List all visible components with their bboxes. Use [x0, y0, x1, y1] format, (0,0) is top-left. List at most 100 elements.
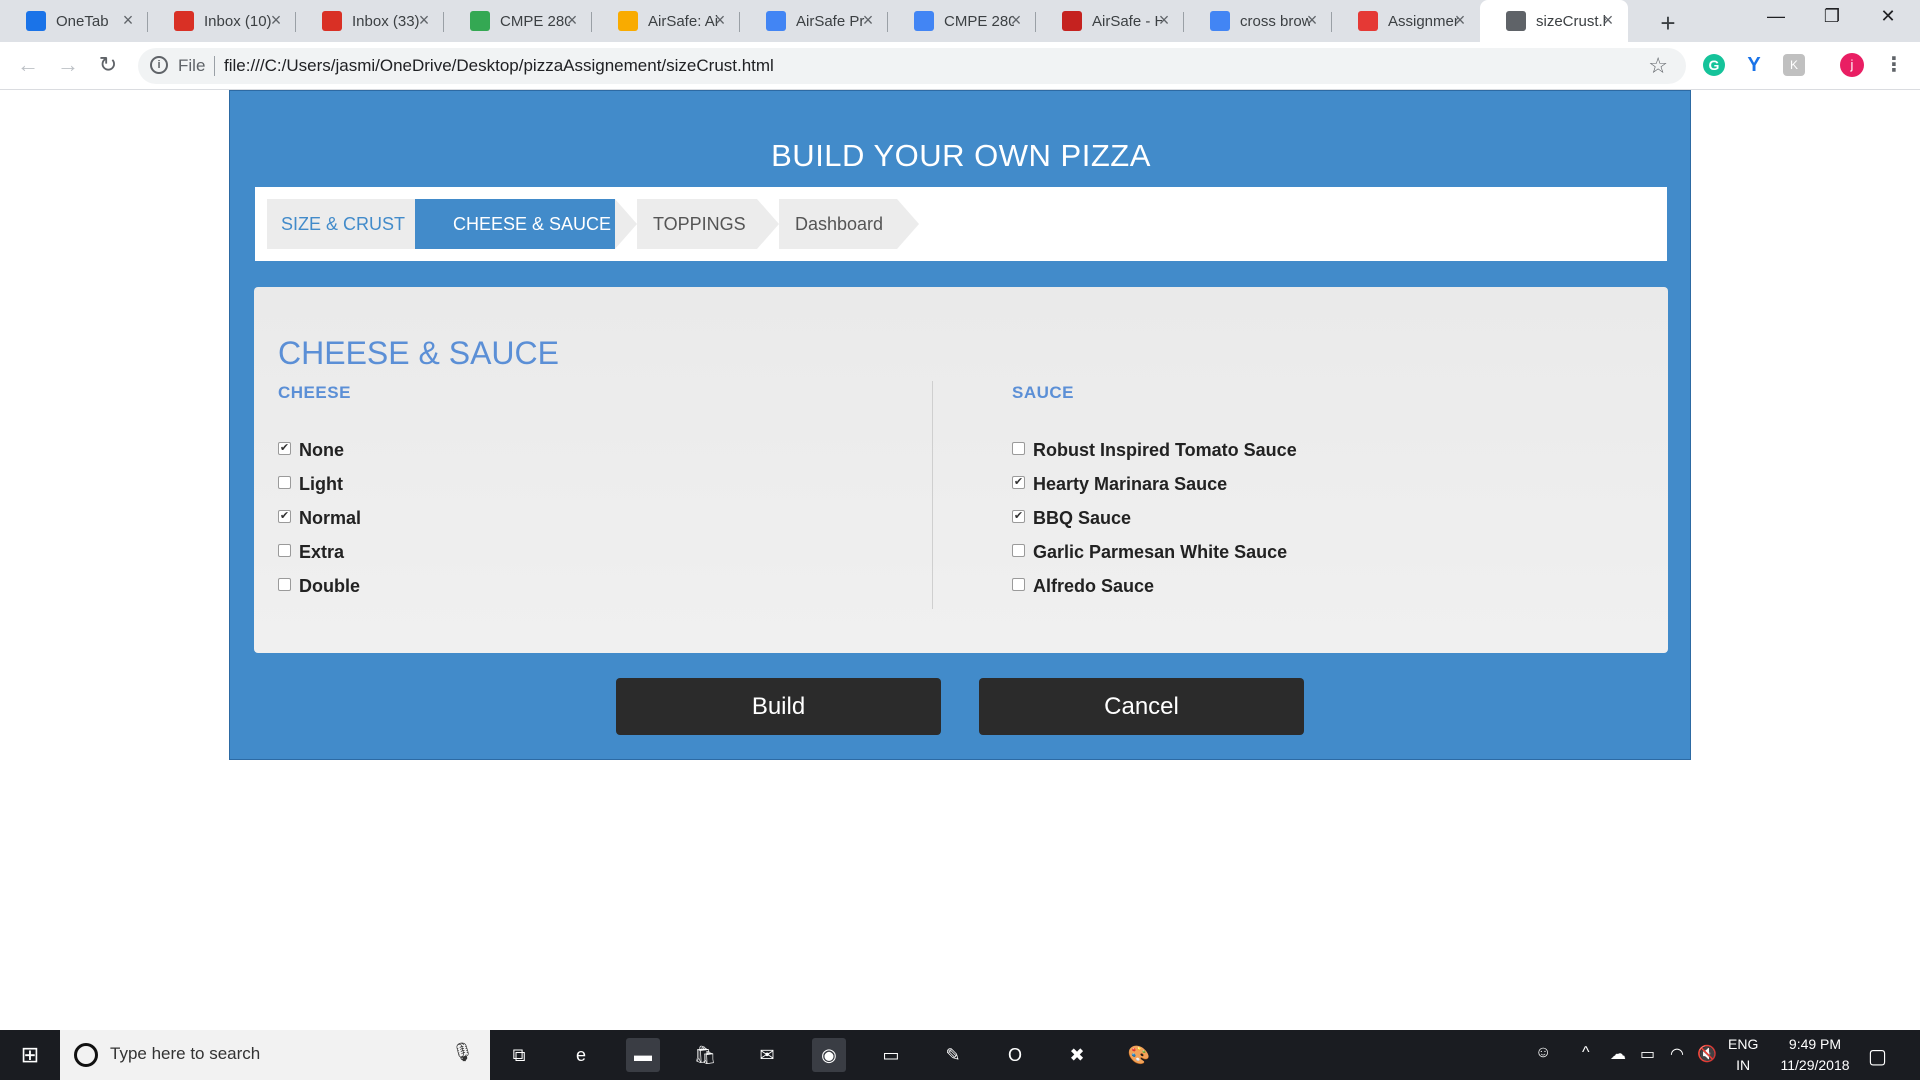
tab-close-icon[interactable]: ×: [414, 10, 434, 31]
file-explorer-icon[interactable]: ▬: [626, 1038, 660, 1072]
tab-close-icon[interactable]: ×: [710, 10, 730, 31]
cheese-option[interactable]: Double: [278, 569, 360, 603]
cheese-option-label: Light: [299, 473, 343, 494]
restore-button[interactable]: ❐: [1810, 6, 1854, 27]
cheese-checkbox[interactable]: [278, 543, 291, 557]
browser-tab[interactable]: CMPE 280 ×: [888, 0, 1036, 42]
notifications-icon[interactable]: ▢: [1868, 1044, 1887, 1069]
cheese-option[interactable]: Light: [278, 467, 343, 501]
taskbar-search[interactable]: Type here to search 🎙: [60, 1030, 490, 1080]
cheese-checkbox[interactable]: [278, 577, 291, 591]
browser-tab[interactable]: AirSafe - H ×: [1036, 0, 1184, 42]
tab-close-icon[interactable]: ×: [1154, 10, 1174, 31]
sauce-option[interactable]: Garlic Parmesan White Sauce: [1012, 535, 1287, 569]
edge-icon[interactable]: e: [564, 1038, 598, 1072]
browser-tab[interactable]: Inbox (33) ×: [296, 0, 444, 42]
airplane-icon: [1062, 11, 1082, 31]
cheese-option[interactable]: ✔ Normal: [278, 501, 361, 535]
url-text[interactable]: file:///C:/Users/jasmi/OneDrive/Desktop/…: [224, 56, 774, 76]
panel-title: CHEESE & SAUCE: [278, 335, 559, 371]
tab-close-icon[interactable]: ×: [1006, 10, 1026, 31]
xampp-icon[interactable]: ✖: [1060, 1038, 1094, 1072]
sauce-checkbox[interactable]: ✔: [1012, 475, 1025, 489]
browser-tab[interactable]: sizeCrust.h ×: [1480, 0, 1628, 42]
battery-icon[interactable]: ▭: [1640, 1044, 1655, 1064]
gmail-icon: [174, 11, 194, 31]
browser-menu-icon[interactable]: ⋮: [1884, 52, 1904, 77]
address-divider: [214, 56, 215, 76]
minimize-button[interactable]: —: [1754, 6, 1798, 27]
browser-tab[interactable]: Inbox (10) ×: [148, 0, 296, 42]
tab-close-icon[interactable]: ×: [858, 10, 878, 31]
cheese-option-label: None: [299, 439, 344, 460]
tab-close-icon[interactable]: ×: [1450, 10, 1470, 31]
extension-icon[interactable]: K: [1783, 54, 1805, 76]
task-view-icon[interactable]: ⧉: [502, 1038, 536, 1072]
system-clock[interactable]: 9:49 PM 11/29/2018: [1765, 1034, 1865, 1076]
onedrive-icon[interactable]: ☁: [1610, 1044, 1626, 1064]
windows-taskbar: ⊞ Type here to search 🎙 ⧉ e ▬ 🛍 ✉ ◉ ▭ ✎ O ✖ 🎨 ☺ ^ …: [0, 1030, 1920, 1080]
browser-toolbar: ← → ↻ i File file:///C:/Users/jasmi/OneD…: [0, 42, 1920, 90]
cheese-option[interactable]: Extra: [278, 535, 344, 569]
browser-tab[interactable]: AirSafe: Ai ×: [592, 0, 740, 42]
people-icon[interactable]: ☺: [1535, 1044, 1551, 1062]
tab-title: AirSafe: Ai: [648, 12, 718, 30]
paint-icon[interactable]: 🎨: [1122, 1038, 1156, 1072]
tab-close-icon[interactable]: ×: [266, 10, 286, 31]
tab-title: sizeCrust.h: [1536, 12, 1606, 30]
browser-tab[interactable]: OneTab ×: [0, 0, 148, 42]
start-button[interactable]: ⊞: [0, 1030, 60, 1080]
sauce-option[interactable]: Robust Inspired Tomato Sauce: [1012, 433, 1297, 467]
page-viewport: BUILD YOUR OWN PIZZA SIZE & CRUST CHEESE…: [0, 90, 1920, 1030]
sauce-option[interactable]: Alfredo Sauce: [1012, 569, 1154, 603]
reload-button[interactable]: ↻: [94, 52, 122, 78]
site-info-icon[interactable]: i: [150, 56, 168, 74]
sauce-checkbox[interactable]: [1012, 543, 1025, 557]
cheese-checkbox[interactable]: [278, 475, 291, 489]
cortana-icon[interactable]: [74, 1043, 98, 1067]
tab-close-icon[interactable]: ×: [1598, 10, 1618, 31]
outlook-icon[interactable]: O: [998, 1038, 1032, 1072]
sauce-checkbox[interactable]: [1012, 441, 1025, 455]
cancel-button[interactable]: Cancel: [979, 678, 1304, 735]
cheese-checkbox[interactable]: ✔: [278, 509, 291, 523]
notepadpp-icon[interactable]: ✎: [936, 1038, 970, 1072]
bookmark-star-icon[interactable]: ☆: [1648, 53, 1668, 79]
grammarly-extension-icon[interactable]: G: [1703, 54, 1725, 76]
chrome-icon[interactable]: ◉: [812, 1038, 846, 1072]
sauce-checkbox[interactable]: ✔: [1012, 509, 1025, 523]
sauce-option[interactable]: ✔ Hearty Marinara Sauce: [1012, 467, 1227, 501]
browser-tab[interactable]: Assignmen ×: [1332, 0, 1480, 42]
back-button[interactable]: ←: [14, 52, 42, 78]
sauce-checkbox[interactable]: [1012, 577, 1025, 591]
store-icon[interactable]: 🛍: [688, 1038, 722, 1072]
tray-chevron-icon[interactable]: ^: [1582, 1044, 1590, 1062]
gmail-icon: [322, 11, 342, 31]
profile-avatar[interactable]: j: [1840, 53, 1864, 77]
browser-tab[interactable]: CMPE 280 ×: [444, 0, 592, 42]
build-button[interactable]: Build: [616, 678, 941, 735]
cheese-option-label: Double: [299, 575, 360, 596]
window-close-button[interactable]: ✕: [1866, 6, 1910, 27]
yoast-extension-icon[interactable]: Y: [1743, 54, 1765, 76]
google-icon: [1210, 11, 1230, 31]
cheese-checkbox[interactable]: ✔: [278, 441, 291, 455]
terminal-icon[interactable]: ▭: [874, 1038, 908, 1072]
cheese-option[interactable]: ✔ None: [278, 433, 344, 467]
tab-close-icon[interactable]: ×: [1302, 10, 1322, 31]
volume-icon[interactable]: 🔇: [1697, 1044, 1717, 1064]
mail-icon[interactable]: ✉: [750, 1038, 784, 1072]
sauce-option[interactable]: ✔ BBQ Sauce: [1012, 501, 1131, 535]
wifi-icon[interactable]: ◠: [1670, 1044, 1684, 1064]
tab-close-icon[interactable]: ×: [562, 10, 582, 31]
microphone-icon[interactable]: 🎙: [451, 1042, 474, 1063]
new-tab-button[interactable]: +: [1655, 8, 1681, 39]
language-indicator[interactable]: ENG IN: [1728, 1034, 1758, 1076]
address-bar[interactable]: i File file:///C:/Users/jasmi/OneDrive/D…: [138, 48, 1686, 84]
step-label: SIZE & CRUST: [267, 199, 415, 249]
browser-tab[interactable]: AirSafe Pr ×: [740, 0, 888, 42]
tab-title: AirSafe - H: [1092, 12, 1162, 30]
forward-button[interactable]: →: [54, 52, 82, 78]
tab-close-icon[interactable]: ×: [118, 10, 138, 31]
browser-tab[interactable]: cross brow ×: [1184, 0, 1332, 42]
